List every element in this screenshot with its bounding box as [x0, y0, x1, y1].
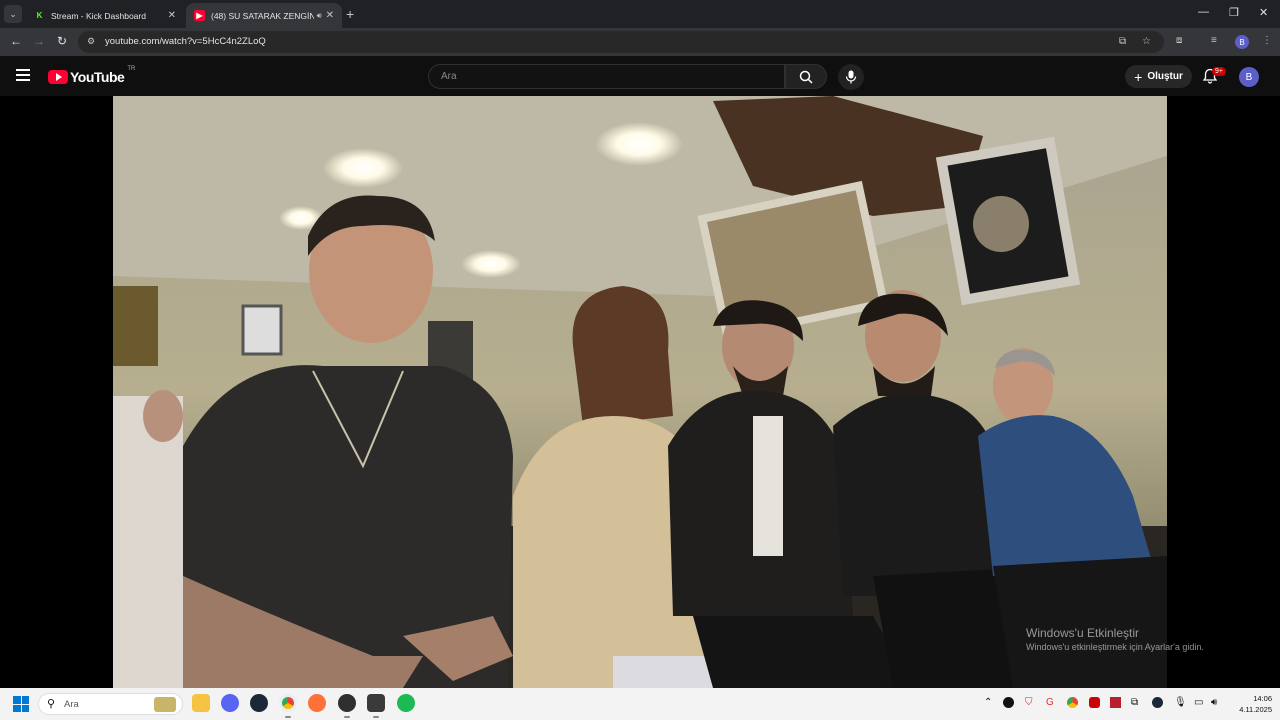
- browser-toolbar: ← → ↻ ⚙ youtube.com/watch?v=5HcC4n2ZLoQ …: [0, 28, 1280, 56]
- tray-chrome-icon[interactable]: [1067, 697, 1078, 708]
- steam-icon[interactable]: [250, 694, 268, 712]
- extensions-icon[interactable]: ⧈: [1176, 35, 1182, 46]
- url-text: youtube.com/watch?v=5HcC4n2ZLoQ: [105, 36, 266, 47]
- tray-shield-icon[interactable]: ⛉: [1025, 697, 1033, 708]
- speaker-icon[interactable]: 🔊︎: [317, 11, 322, 21]
- activation-subtitle: Windows'u etkinleştirmek için Ayarlar'a …: [1026, 642, 1204, 652]
- volume-icon[interactable]: 🔊︎: [1211, 697, 1217, 708]
- system-clock[interactable]: 14:06 4.11.2025: [1228, 693, 1272, 715]
- search-input[interactable]: Ara: [428, 64, 785, 89]
- minimize-icon[interactable]: —: [1198, 6, 1209, 18]
- address-bar[interactable]: ⚙ youtube.com/watch?v=5HcC4n2ZLoQ ⧉ ☆: [78, 31, 1164, 53]
- menu-kebab-icon[interactable]: ⋮: [1262, 35, 1272, 46]
- video-player[interactable]: [0, 96, 1280, 688]
- file-explorer-icon[interactable]: [192, 694, 210, 712]
- menu-icon[interactable]: [16, 69, 30, 81]
- logo-text: YouTube: [70, 69, 125, 85]
- tray-red-icon[interactable]: [1089, 697, 1100, 708]
- search-icon: [799, 70, 813, 84]
- tab-search-button[interactable]: ⌄: [4, 5, 22, 23]
- reading-list-icon[interactable]: ≡: [1211, 35, 1217, 46]
- search-placeholder: Ara: [441, 71, 457, 82]
- activation-title: Windows'u Etkinleştir: [1026, 626, 1139, 640]
- windows-activation-watermark: Windows'u Etkinleştir Windows'u etkinleş…: [1026, 626, 1204, 652]
- youtube-logo[interactable]: YouTube TR: [48, 66, 136, 85]
- obs-icon[interactable]: [338, 694, 356, 712]
- youtube-play-icon: [48, 70, 68, 84]
- tab-kick-dashboard[interactable]: K Stream - Kick Dashboard ✕: [26, 3, 184, 28]
- search-icon: ⚲: [47, 698, 56, 710]
- app-icon[interactable]: [367, 694, 385, 712]
- notification-badge: 9+: [1212, 67, 1226, 76]
- tab-youtube-video[interactable]: ▶ (48) SU SATARAK ZENGİN O 🔊︎ ✕: [186, 3, 342, 28]
- create-label: Oluştur: [1147, 71, 1183, 82]
- taskbar-search-box[interactable]: ⚲ Ara: [38, 693, 183, 715]
- running-indicator: [344, 716, 350, 718]
- video-frame[interactable]: [113, 96, 1167, 688]
- country-code: TR: [127, 66, 136, 72]
- firefox-icon[interactable]: [308, 694, 326, 712]
- youtube-icon: ▶: [194, 10, 205, 21]
- close-icon[interactable]: ✕: [168, 10, 176, 21]
- tray-steam-icon[interactable]: [1152, 697, 1163, 708]
- windows-start-icon[interactable]: [13, 696, 29, 712]
- chevron-up-icon[interactable]: ⌃: [984, 697, 992, 708]
- browser-tab-strip: ⌄ K Stream - Kick Dashboard ✕ ▶ (48) SU …: [0, 0, 1280, 28]
- forward-icon[interactable]: →: [33, 34, 45, 48]
- create-button[interactable]: + Oluştur: [1125, 65, 1192, 88]
- chrome-icon[interactable]: [279, 694, 297, 712]
- tray-app-icon[interactable]: [1003, 697, 1014, 708]
- tab-title: Stream - Kick Dashboard: [51, 10, 146, 21]
- tray-app-icon[interactable]: [1110, 697, 1121, 708]
- tab-title: (48) SU SATARAK ZENGİN O: [211, 10, 314, 21]
- running-indicator: [373, 716, 379, 718]
- youtube-header: YouTube TR Ara + Oluştur 9+ B: [0, 56, 1280, 96]
- site-info-icon[interactable]: ⚙: [87, 36, 95, 47]
- restore-icon[interactable]: ❐: [1229, 6, 1239, 19]
- plus-icon: +: [1134, 68, 1143, 85]
- account-avatar[interactable]: B: [1239, 67, 1259, 87]
- running-indicator: [285, 716, 291, 718]
- spotify-icon[interactable]: [397, 694, 415, 712]
- reload-icon[interactable]: ↻: [57, 34, 67, 48]
- microphone-icon: [845, 70, 857, 84]
- window-close-icon[interactable]: ✕: [1259, 6, 1268, 19]
- search-button[interactable]: [785, 64, 827, 89]
- bookmark-star-icon[interactable]: ☆: [1142, 36, 1151, 47]
- search-highlight-icon: [154, 697, 176, 712]
- microphone-icon[interactable]: 🎙︎: [1174, 697, 1187, 708]
- close-icon[interactable]: ✕: [326, 10, 334, 21]
- back-icon[interactable]: ←: [10, 34, 22, 48]
- display-icon[interactable]: ▭: [1194, 697, 1203, 708]
- cast-icon[interactable]: ⧉: [1119, 36, 1126, 47]
- clock-time: 14:06: [1253, 694, 1272, 703]
- browser-profile-avatar[interactable]: B: [1235, 35, 1249, 49]
- new-tab-button[interactable]: +: [346, 6, 354, 22]
- kick-icon: K: [34, 10, 45, 21]
- clock-date: 4.11.2025: [1239, 705, 1272, 714]
- discord-icon[interactable]: [221, 694, 239, 712]
- voice-search-button[interactable]: [838, 64, 864, 90]
- tray-g-icon[interactable]: G: [1046, 697, 1054, 708]
- taskbar-search-label: Ara: [64, 699, 79, 710]
- tray-network-icon[interactable]: ⧉: [1131, 697, 1138, 708]
- windows-taskbar: ⚲ Ara ⌃ ⛉ G ⧉ 🎙︎ ▭ 🔊︎ 14:06 4.11.2025: [0, 688, 1280, 720]
- video-scene-image: [113, 96, 1167, 688]
